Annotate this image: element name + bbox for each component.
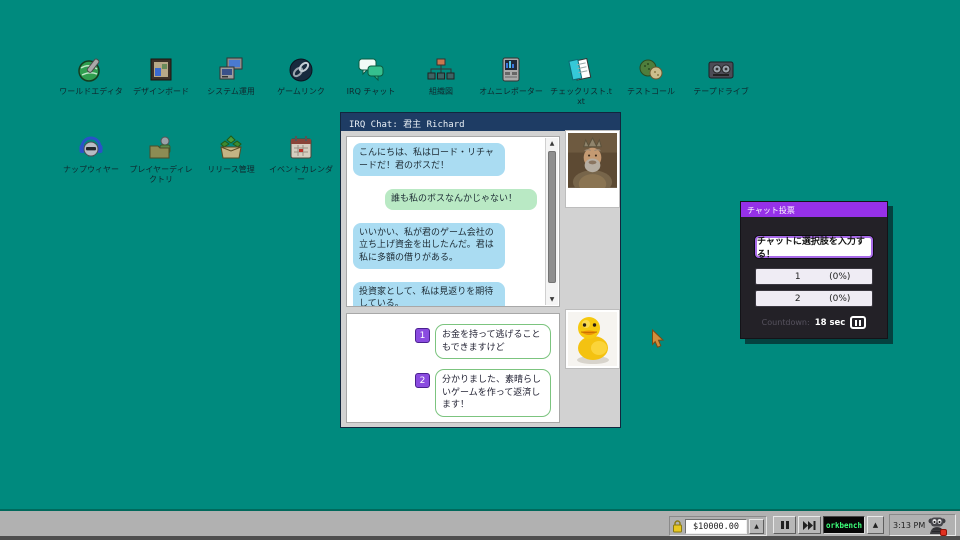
desktop-icon-label: ナップウィヤー (63, 165, 119, 175)
desktop-icon-design-board[interactable]: デザインボード (126, 55, 196, 107)
game-link-icon (286, 55, 316, 85)
desktop-icon-label: テープドライブ (693, 87, 749, 97)
poll-option-1-label: 1 (795, 272, 801, 282)
chat-window-titlebar[interactable]: IRQ Chat: 君主 Richard (341, 113, 620, 131)
poll-option-1-percent: (0%) (829, 272, 850, 282)
desktop-icon-label: ゲームリンク (277, 87, 325, 97)
poll-prompt-button[interactable]: チャットに選択肢を入力する！ (755, 236, 873, 258)
desktop-icon-label: オムニレポーター (479, 87, 543, 97)
tape-drive-icon (706, 55, 736, 85)
chat-message-richard: 投資家として、私は見返りを期待している。 (353, 282, 505, 307)
chat-message-player: 誰も私のボスなんかじゃない！ (385, 189, 537, 210)
desktop-icon-game-link[interactable]: ゲームリンク (266, 55, 336, 107)
pause-button[interactable] (773, 516, 796, 534)
desktop-icon-system-ops[interactable]: システム運用 (196, 55, 266, 107)
money-spin-up-button[interactable]: ▲ (749, 519, 764, 534)
speed-up-button[interactable]: ▲ (867, 516, 884, 534)
poll-window-titlebar[interactable]: チャット投票 (741, 202, 887, 217)
desktop-icon-row-2: ナップウィヤー プレイヤーディレクトリ リリース管理 イベントカレンダー (56, 133, 336, 185)
poll-window-title: チャット投票 (747, 206, 795, 215)
desktop-icon-label: IRQ チャット (347, 87, 396, 97)
fast-forward-icon (803, 521, 816, 530)
money-display: $10000.00 ▲ (669, 516, 767, 536)
irq-chat-icon (356, 55, 386, 85)
scroll-down-icon[interactable]: ▼ (546, 294, 558, 305)
desktop-icon-label: チェックリスト.txt (548, 87, 614, 107)
desktop-icon-label: テストコール (627, 87, 675, 97)
chat-message-richard: いいかい、私が君のゲーム会社の立ち上げ資金を出したんだ。君は私に多額の借りがある… (353, 223, 505, 269)
chat-window: IRQ Chat: 君主 Richard こんにちは、私はロード・リチャードだ！… (340, 112, 621, 428)
desktop-icon-label: プレイヤーディレクトリ (128, 165, 194, 185)
test-call-icon (636, 55, 666, 85)
system-tray: 3:13 PM (889, 514, 956, 536)
screen-bottom-strip (0, 536, 960, 540)
countdown-label: Countdown: (762, 318, 810, 327)
richard-avatar (565, 130, 620, 208)
desktop-icon-omni-reporter[interactable]: オムニレポーター (476, 55, 546, 107)
player-duck-avatar (565, 309, 620, 369)
desktop-icon-label: ワールドエディタ (59, 87, 122, 97)
chat-option-2[interactable]: 2 分かりました、素晴らしいゲームを作って返済します！ (415, 369, 551, 417)
player-directory-icon (146, 133, 176, 163)
event-calendar-icon (286, 133, 316, 163)
option-2-text[interactable]: 分かりました、素晴らしいゲームを作って返済します！ (435, 369, 551, 417)
rubber-duck-image (568, 312, 617, 366)
game-speed-controls: orkbench ▲ (773, 516, 884, 534)
money-field: $10000.00 (685, 519, 747, 534)
system-ops-icon (216, 55, 246, 85)
clock: 3:13 PM (893, 521, 925, 530)
scrollbar-thumb[interactable] (548, 151, 556, 283)
poll-option-2-percent: (0%) (829, 294, 850, 304)
napwire-icon (76, 133, 106, 163)
chat-message-richard: こんにちは、私はロード・リチャードだ！君のボスだ！ (353, 143, 505, 176)
desktop-icon-label: デザインボード (133, 87, 189, 97)
chat-poll-window: チャット投票 チャットに選択肢を入力する！ 1 (0%) 2 (0%) Coun… (740, 201, 888, 339)
richard-portrait-image (568, 133, 617, 188)
countdown-value: 18 sec (815, 318, 846, 328)
omni-reporter-icon (496, 55, 526, 85)
desktop-icon-release-mgmt[interactable]: リリース管理 (196, 133, 266, 185)
mouse-cursor (651, 329, 668, 349)
org-chart-icon (426, 55, 456, 85)
desktop-icon-tape-drive[interactable]: テープドライブ (686, 55, 756, 107)
taskbar: $10000.00 ▲ orkbench ▲ 3:13 PM (0, 509, 960, 536)
poll-option-2[interactable]: 2 (0%) (755, 290, 873, 307)
world-editor-icon (76, 55, 106, 85)
scroll-up-icon[interactable]: ▲ (546, 138, 558, 149)
poll-option-2-label: 2 (795, 294, 801, 304)
poll-countdown: Countdown: 18 sec (741, 316, 887, 329)
poll-option-1[interactable]: 1 (0%) (755, 268, 873, 285)
option-1-badge[interactable]: 1 (415, 328, 430, 343)
desktop-icon-napwire[interactable]: ナップウィヤー (56, 133, 126, 185)
desktop-icon-test-call[interactable]: テストコール (616, 55, 686, 107)
option-2-badge[interactable]: 2 (415, 373, 430, 388)
fast-forward-button[interactable] (798, 516, 821, 534)
pause-icon[interactable] (850, 316, 866, 329)
desktop-icon-label: システム運用 (207, 87, 255, 97)
desktop-icon-label: リリース管理 (207, 165, 255, 175)
desktop-icon-label: 組織図 (429, 87, 453, 97)
desktop-icon-label: イベントカレンダー (268, 165, 334, 185)
desktop-icon-event-calendar[interactable]: イベントカレンダー (266, 133, 336, 185)
checklist-icon (566, 55, 596, 85)
gorilla-tray-icon[interactable] (928, 516, 946, 535)
chat-log: こんにちは、私はロード・リチャードだ！君のボスだ！ 誰も私のボスなんかじゃない！… (346, 136, 560, 307)
release-mgmt-icon (216, 133, 246, 163)
chat-window-title: IRQ Chat: 君主 Richard (349, 120, 465, 130)
chat-options-panel: 1 お金を持って逃げることもできますけど 2 分かりました、素晴らしいゲームを作… (346, 313, 560, 423)
desktop-icon-org-chart[interactable]: 組織図 (406, 55, 476, 107)
desktop-icon-checklist[interactable]: チェックリスト.txt (546, 55, 616, 107)
design-board-icon (146, 55, 176, 85)
desktop-icon-irq-chat[interactable]: IRQ チャット (336, 55, 406, 107)
lock-icon (672, 520, 683, 533)
chat-option-1[interactable]: 1 お金を持って逃げることもできますけど (415, 324, 551, 359)
desktop-icon-world-editor[interactable]: ワールドエディタ (56, 55, 126, 107)
desktop-icon-player-directory[interactable]: プレイヤーディレクトリ (126, 133, 196, 185)
notification-badge (940, 529, 947, 536)
speed-lcd-display: orkbench (823, 516, 865, 534)
chat-scrollbar[interactable]: ▲ ▼ (545, 138, 558, 305)
desktop-icon-row-1: ワールドエディタ デザインボード システム運用 ゲームリンク IRQ チャット … (56, 55, 756, 107)
option-1-text[interactable]: お金を持って逃げることもできますけど (435, 324, 551, 359)
